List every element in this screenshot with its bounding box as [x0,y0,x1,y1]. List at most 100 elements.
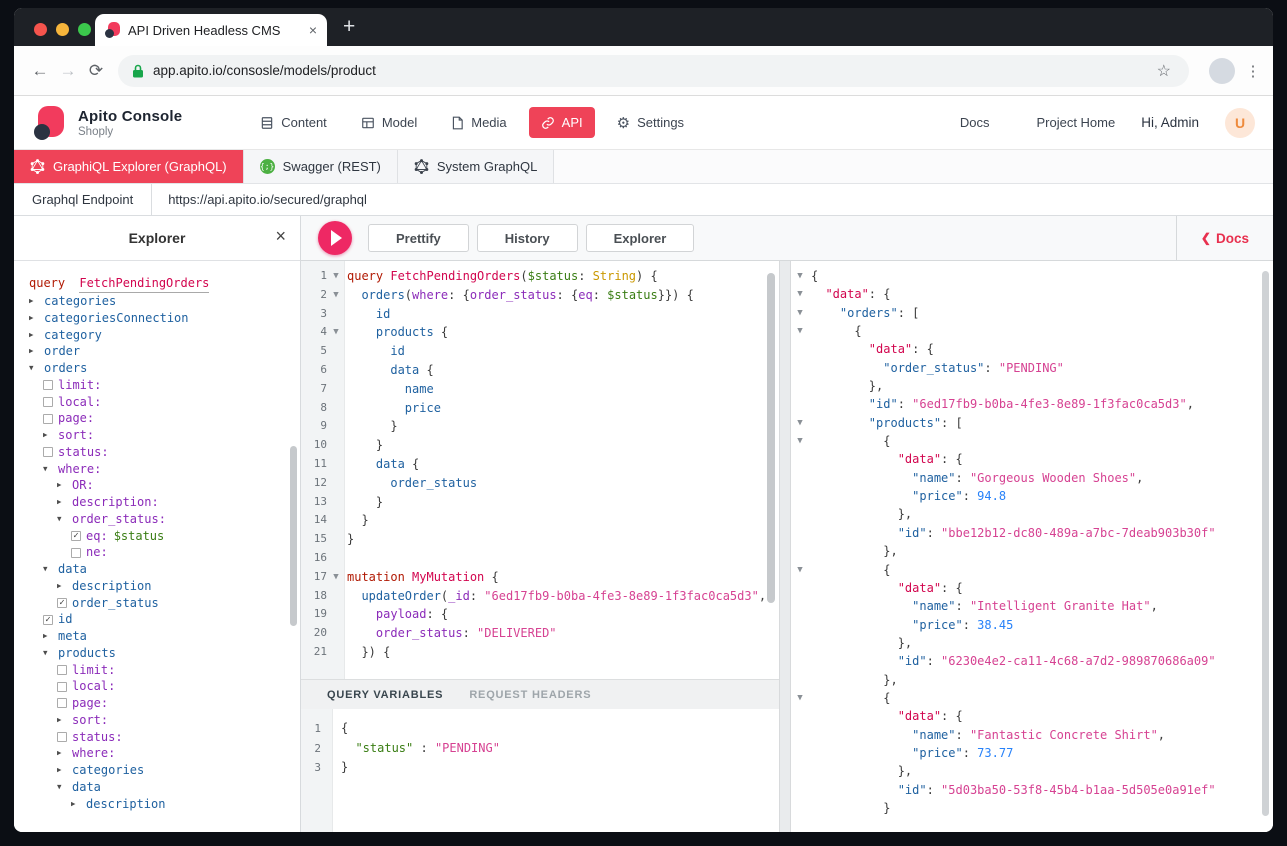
address-bar[interactable]: app.apito.io/consosle/models/product ☆ [118,54,1189,87]
chevron-collapsed-icon[interactable]: ▶ [43,427,58,444]
explorer-tree[interactable]: query FetchPendingOrders ▶ categories ▶ cat… [14,261,300,832]
apito-logo[interactable] [32,105,66,140]
nav-item-media[interactable]: Media [439,107,518,138]
tree-row[interactable]: limit: [14,377,300,394]
checkbox-unchecked[interactable] [43,380,53,391]
chevron-collapsed-icon[interactable]: ▶ [29,293,44,310]
back-icon[interactable]: ← [26,61,54,81]
sidebar-scrollbar[interactable] [290,446,297,626]
new-tab-button[interactable]: + [343,12,355,42]
chevron-expanded-icon[interactable]: ▼ [43,645,58,662]
tree-row[interactable]: ▼ orders [14,360,300,377]
reload-icon[interactable]: ⟳ [82,61,110,81]
tree-row[interactable]: ▶ meta [14,628,300,645]
query-editor[interactable]: 1 ▼ query FetchPendingOrders($status: Stri… [301,261,779,679]
fold-arrow-icon[interactable]: ▼ [791,561,809,579]
tree-row[interactable]: ne: [14,544,300,561]
nav-item-api[interactable]: API [528,107,595,138]
browser-profile-avatar[interactable] [1209,57,1235,84]
fold-arrow-icon[interactable]: ▼ [327,267,345,286]
prettify-button[interactable]: Prettify [368,224,469,252]
fold-arrow-icon[interactable]: ▼ [791,322,809,340]
chevron-collapsed-icon[interactable]: ▶ [71,796,86,813]
chevron-collapsed-icon[interactable]: ▶ [29,310,44,327]
chevron-expanded-icon[interactable]: ▼ [57,511,72,528]
fold-arrow-icon[interactable]: ▼ [791,689,809,707]
browser-menu-icon[interactable]: ⋮ [1245,62,1261,80]
chevron-collapsed-icon[interactable]: ▶ [57,745,72,762]
operation-name-input[interactable]: FetchPendingOrders [79,275,210,293]
tree-row[interactable]: ▶ description [14,578,300,595]
tree-row[interactable]: limit: [14,662,300,679]
tree-row[interactable]: ▶ category [14,327,300,344]
minimize-window-button[interactable] [56,23,69,36]
tree-row[interactable]: ▶ sort: [14,712,300,729]
tree-row[interactable]: eq: $status [14,528,300,545]
tree-row[interactable]: ▶ order [14,343,300,360]
tree-row[interactable]: local: [14,678,300,695]
tab-graphiql-explorer[interactable]: GraphiQL Explorer (GraphQL) [14,150,244,183]
tab-swagger-rest[interactable]: {;} Swagger (REST) [243,150,398,183]
tree-row[interactable]: ▶ OR: [14,477,300,494]
fold-arrow-icon[interactable]: ▼ [791,285,809,303]
chevron-collapsed-icon[interactable]: ▶ [43,628,58,645]
checkbox-checked[interactable] [57,597,67,608]
execute-query-button[interactable] [318,221,352,255]
forward-icon[interactable]: → [54,61,82,81]
checkbox-checked[interactable] [43,614,53,625]
tab-system-graphql[interactable]: System GraphQL [397,150,555,183]
fold-arrow-icon[interactable]: ▼ [791,432,809,450]
fold-arrow-icon[interactable]: ▼ [327,568,345,587]
chevron-collapsed-icon[interactable]: ▶ [57,477,72,494]
tree-row[interactable]: ▶ description: [14,494,300,511]
checkbox-unchecked[interactable] [43,396,53,407]
checkbox-unchecked[interactable] [43,447,53,458]
chevron-collapsed-icon[interactable]: ▶ [29,327,44,344]
chevron-expanded-icon[interactable]: ▼ [43,461,58,478]
nav-item-settings[interactable]: ⚙ Settings [605,106,696,140]
tree-row[interactable]: ▶ categories [14,293,300,310]
checkbox-unchecked[interactable] [57,698,67,709]
chevron-expanded-icon[interactable]: ▼ [29,360,44,377]
nav-item-content[interactable]: Content [248,107,339,138]
project-home-link[interactable]: Project Home [1015,115,1115,130]
browser-tab[interactable]: API Driven Headless CMS × [95,14,327,46]
user-avatar[interactable]: U [1225,107,1255,138]
editor-scrollbar[interactable] [767,273,775,603]
chevron-collapsed-icon[interactable]: ▶ [57,712,72,729]
checkbox-unchecked[interactable] [57,664,67,675]
fold-arrow-icon[interactable]: ▼ [791,304,809,322]
chevron-collapsed-icon[interactable]: ▶ [57,494,72,511]
fold-arrow-icon[interactable]: ▼ [327,323,345,342]
results-pane[interactable]: ▼{▼ "data": {▼ "orders": [▼ { "data": { … [791,261,1273,832]
chevron-collapsed-icon[interactable]: ▶ [57,578,72,595]
tree-row[interactable]: page: [14,410,300,427]
fullscreen-window-button[interactable] [78,23,91,36]
variables-editor[interactable]: 1{2 "status" : "PENDING" 3} [301,709,779,832]
tab-query-variables[interactable]: QUERY VARIABLES [327,689,443,701]
tree-row[interactable]: ▼ products [14,645,300,662]
explorer-toggle-button[interactable]: Explorer [585,224,695,252]
chevron-expanded-icon[interactable]: ▼ [57,779,72,796]
tree-row[interactable]: local: [14,394,300,411]
tree-row[interactable]: ▶ categoriesConnection [14,310,300,327]
checkbox-unchecked[interactable] [71,547,81,558]
endpoint-url[interactable]: https://api.apito.io/secured/graphql [152,192,383,207]
chevron-expanded-icon[interactable]: ▼ [43,561,58,578]
fold-arrow-icon[interactable]: ▼ [791,267,809,285]
fold-arrow-icon[interactable]: ▼ [791,414,809,432]
docs-link[interactable]: Docs [940,115,990,130]
tree-row[interactable]: id [14,611,300,628]
tree-row[interactable]: status: [14,729,300,746]
tree-row[interactable]: ▶ description [14,796,300,813]
tree-row[interactable]: ▼ where: [14,461,300,478]
results-scrollbar[interactable] [1262,271,1269,816]
tab-close-icon[interactable]: × [309,22,317,38]
tree-row[interactable]: ▼ data [14,561,300,578]
chevron-collapsed-icon[interactable]: ▶ [29,343,44,360]
checkbox-unchecked[interactable] [57,731,67,742]
close-icon[interactable]: × [275,226,286,247]
tree-row[interactable]: ▶ categories [14,762,300,779]
checkbox-unchecked[interactable] [57,681,67,692]
docs-panel-toggle[interactable]: ❮ Docs [1177,231,1273,246]
